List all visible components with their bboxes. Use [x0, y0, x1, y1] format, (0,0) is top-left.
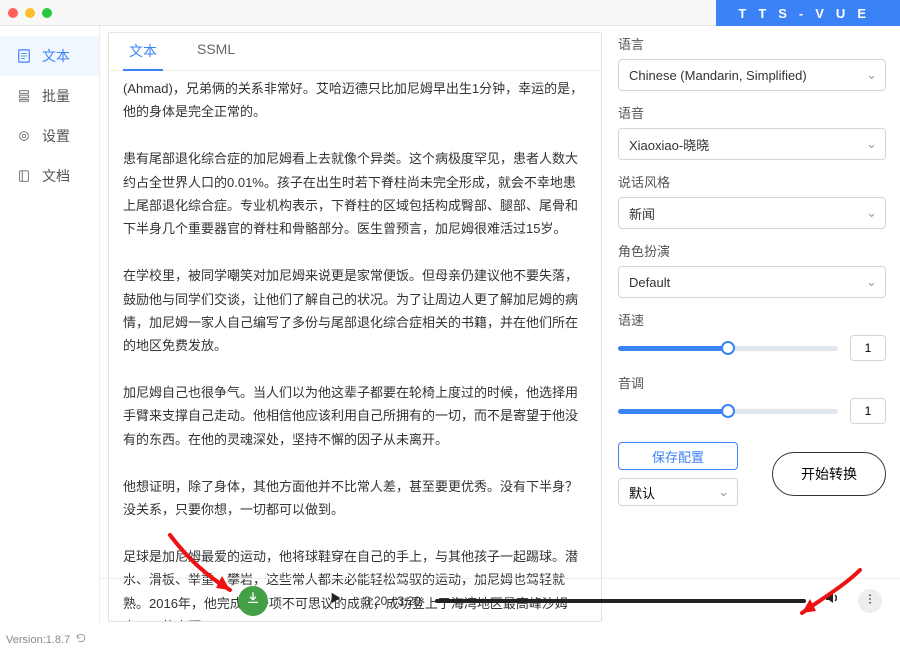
rate-value: 1 [850, 335, 886, 361]
audio-player: 3:20 / 3:20 [100, 578, 900, 622]
download-button[interactable] [238, 586, 268, 616]
play-button[interactable] [322, 587, 350, 615]
voice-select[interactable]: Xiaoxiao-晓晓 ⌄ [618, 128, 886, 160]
maximize-window[interactable] [42, 8, 52, 18]
pitch-value: 1 [850, 398, 886, 424]
config-panel: 语言 Chinese (Mandarin, Simplified) ⌄ 语音 Xi… [612, 32, 892, 622]
role-value: Default [629, 275, 670, 290]
chevron-down-icon: ⌄ [718, 484, 729, 500]
more-icon [864, 592, 876, 610]
gear-icon [16, 128, 32, 144]
app-brand: TTS-VUE [716, 0, 900, 26]
tab-ssml[interactable]: SSML [191, 33, 241, 70]
sidebar-item-settings[interactable]: 设置 [0, 116, 99, 156]
lang-select[interactable]: Chinese (Mandarin, Simplified) ⌄ [618, 59, 886, 91]
role-label: 角色扮演 [618, 241, 886, 260]
play-icon [329, 591, 343, 610]
version-label: Version:1.8.7 [6, 634, 70, 646]
sidebar-item-label: 批量 [42, 86, 70, 106]
rate-label: 语速 [618, 310, 886, 329]
window-controls [8, 8, 52, 18]
playback-time: 3:20 / 3:20 [364, 594, 421, 608]
lang-value: Chinese (Mandarin, Simplified) [629, 68, 807, 83]
minimize-window[interactable] [25, 8, 35, 18]
titlebar: TTS-VUE [0, 0, 900, 26]
sidebar-item-batch[interactable]: 批量 [0, 76, 99, 116]
voice-label: 语音 [618, 103, 886, 122]
volume-button[interactable] [820, 589, 844, 613]
text-input[interactable]: (Ahmad)，兄弟俩的关系非常好。艾哈迈德只比加尼姆早出生1分钟，幸运的是，他… [109, 71, 601, 621]
style-select[interactable]: 新闻 ⌄ [618, 197, 886, 229]
pitch-slider[interactable] [618, 409, 838, 414]
download-icon [246, 591, 260, 610]
style-value: 新闻 [629, 204, 655, 223]
more-button[interactable] [858, 589, 882, 613]
refresh-icon[interactable] [76, 633, 86, 646]
doc-icon [16, 48, 32, 64]
sidebar-item-label: 设置 [42, 126, 70, 146]
voice-value: Xiaoxiao-晓晓 [629, 135, 709, 154]
sidebar-item-docs[interactable]: 文档 [0, 156, 99, 196]
editor-tabs: 文本 SSML [109, 33, 601, 71]
chevron-down-icon: ⌄ [866, 136, 877, 152]
footer: Version:1.8.7 [6, 633, 86, 646]
chevron-down-icon: ⌄ [866, 274, 877, 290]
preset-select[interactable]: 默认 ⌄ [618, 478, 738, 506]
rate-slider[interactable] [618, 346, 838, 351]
close-window[interactable] [8, 8, 18, 18]
role-select[interactable]: Default ⌄ [618, 266, 886, 298]
sidebar-item-label: 文档 [42, 166, 70, 186]
tab-text[interactable]: 文本 [123, 33, 163, 71]
convert-button[interactable]: 开始转换 [772, 452, 886, 496]
chevron-down-icon: ⌄ [866, 67, 877, 83]
progress-bar[interactable] [435, 599, 806, 603]
sidebar: 文本 批量 设置 文档 [0, 26, 100, 622]
volume-icon [824, 590, 840, 611]
chevron-down-icon: ⌄ [866, 205, 877, 221]
sidebar-item-text[interactable]: 文本 [0, 36, 99, 76]
save-config-button[interactable]: 保存配置 [618, 442, 738, 470]
sidebar-item-label: 文本 [42, 46, 70, 66]
book-icon [16, 168, 32, 184]
stack-icon [16, 88, 32, 104]
pitch-label: 音调 [618, 373, 886, 392]
style-label: 说话风格 [618, 172, 886, 191]
lang-label: 语言 [618, 34, 886, 53]
editor-panel: 文本 SSML (Ahmad)，兄弟俩的关系非常好。艾哈迈德只比加尼姆早出生1分… [108, 32, 602, 622]
preset-value: 默认 [629, 483, 655, 502]
